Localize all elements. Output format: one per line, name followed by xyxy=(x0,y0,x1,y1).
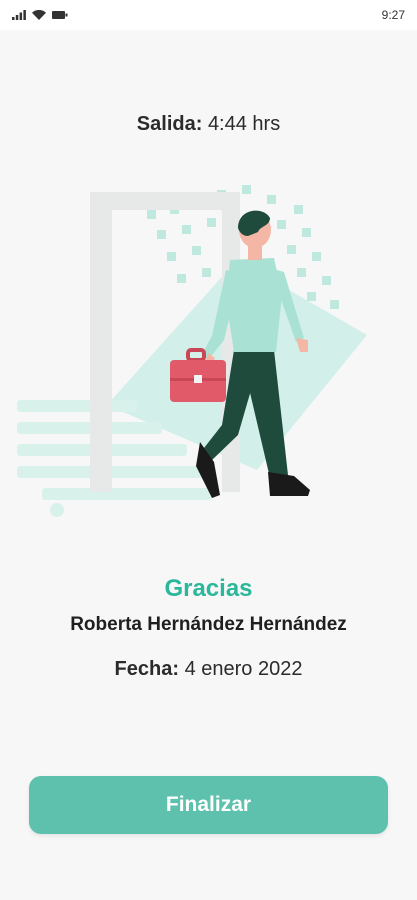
person-name: Roberta Hernández Hernández xyxy=(70,614,347,635)
exit-time: Salida: 4:44 hrs xyxy=(0,113,417,136)
exit-label: Salida: xyxy=(136,113,203,135)
status-bar: 9:27 xyxy=(0,0,417,30)
person-leaving-door-illustration xyxy=(17,185,367,517)
finish-button[interactable]: Finalizar xyxy=(29,776,388,834)
thanks-heading: Gracias xyxy=(164,575,253,602)
status-icons xyxy=(12,10,68,20)
wifi-icon xyxy=(32,10,46,20)
exit-value: 4:44 hrs xyxy=(207,113,281,135)
signal-icon xyxy=(12,10,26,20)
exit-confirmation-screen: 9:27 Salida: 4:44 hrs Gracias Roberta He… xyxy=(0,0,417,900)
status-time: 9:27 xyxy=(381,8,405,22)
date-value: 4 enero 2022 xyxy=(184,658,303,680)
date-label: Fecha: xyxy=(114,658,179,680)
battery-icon xyxy=(52,10,68,20)
date-line: Fecha: 4 enero 2022 xyxy=(0,658,417,681)
